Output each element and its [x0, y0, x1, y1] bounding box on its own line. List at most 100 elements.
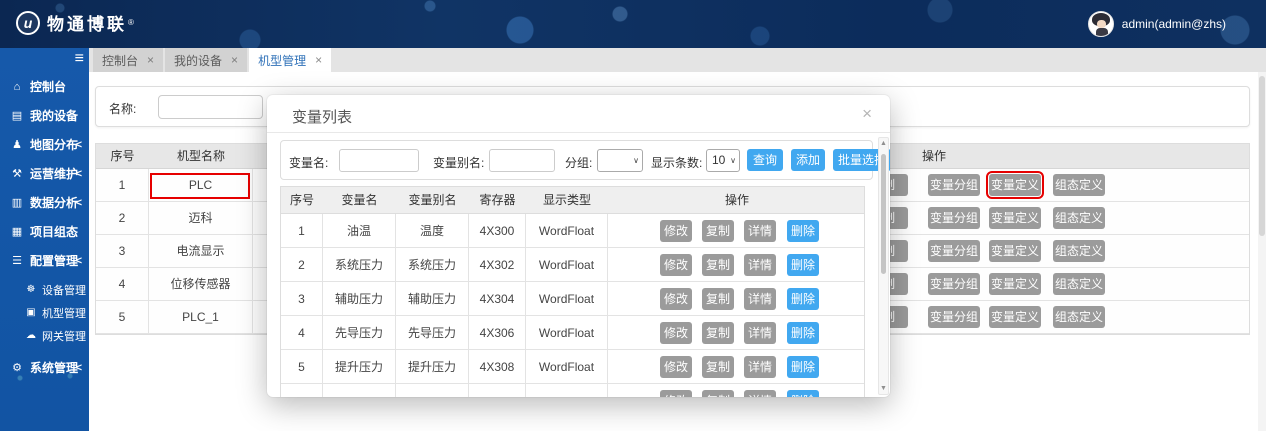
table-row: 1 油温 温度 4X300 WordFloat 修改 复制 详情 删除 [281, 214, 864, 248]
copy-button[interactable]: 复制 [702, 220, 734, 242]
variable-group-button[interactable]: 变量分组 [928, 240, 980, 262]
sidebar-item-gateway-management[interactable]: ☁ 网关管理 [0, 324, 89, 347]
detail-button[interactable]: 详情 [744, 220, 776, 242]
name-filter-label: 名称: [109, 100, 136, 117]
variable-table: 序号 变量名 变量别名 寄存器 显示类型 操作 1 油温 温度 4X300 Wo… [280, 186, 865, 397]
sidebar-item-console[interactable]: ⌂ 控制台 [0, 72, 89, 101]
variable-define-button[interactable]: 变量定义 [989, 273, 1041, 295]
config-define-button[interactable]: 组态定义 [1053, 240, 1105, 262]
sidebar-item-system-management[interactable]: ⚙ 系统管理 < [0, 353, 89, 382]
scrollbar-thumb[interactable] [881, 154, 886, 274]
edit-button[interactable]: 修改 [660, 288, 692, 310]
close-icon[interactable]: × [231, 53, 238, 67]
devices-icon: ▤ [10, 109, 24, 122]
detail-button[interactable]: 详情 [744, 288, 776, 310]
sidebar-item-my-devices[interactable]: ▤ 我的设备 [0, 101, 89, 130]
close-icon[interactable]: × [147, 53, 154, 67]
edit-button[interactable]: 修改 [660, 220, 692, 242]
var-name-input[interactable] [339, 149, 419, 172]
page-scrollbar[interactable] [1258, 72, 1266, 431]
modal-body: 变量名: 变量别名: 分组: ∨ 显示条数: 10∨ 查询 添加 批量选择 序号… [267, 133, 890, 397]
sidebar-item-map-distribution[interactable]: ♟ 地图分布 < [0, 130, 89, 159]
edit-button[interactable]: 修改 [660, 390, 692, 397]
hamburger-menu-icon[interactable]: ≡ [75, 50, 84, 68]
edit-button[interactable]: 修改 [660, 356, 692, 378]
copy-button[interactable]: 复制 [702, 390, 734, 397]
close-icon[interactable]: × [862, 104, 872, 124]
sidebar-item-config-management[interactable]: ☰ 配置管理 < [0, 246, 89, 275]
search-button[interactable]: 查询 [747, 149, 783, 171]
var-name-label: 变量名: [289, 154, 328, 171]
col-var-name: 变量名 [323, 187, 396, 214]
config-define-button[interactable]: 组态定义 [1053, 273, 1105, 295]
delete-button[interactable]: 删除 [787, 254, 819, 276]
col-operations: 操作 [608, 187, 866, 214]
col-register: 寄存器 [469, 187, 526, 214]
delete-button[interactable]: 删除 [787, 322, 819, 344]
tab-console[interactable]: 控制台 × [93, 48, 163, 72]
name-filter-input[interactable] [158, 95, 263, 119]
add-button[interactable]: 添加 [791, 149, 825, 171]
user-menu[interactable]: admin(admin@zhs) [1088, 11, 1226, 37]
detail-button[interactable]: 详情 [744, 322, 776, 344]
chart-icon: ▥ [10, 196, 24, 209]
gears-icon: ☸ [24, 284, 38, 295]
variable-group-button[interactable]: 变量分组 [928, 306, 980, 328]
chevron-down-icon: ∨ [730, 150, 736, 171]
tab-model-management[interactable]: 机型管理 × [249, 48, 331, 72]
variable-list-modal: 变量列表 × 变量名: 变量别名: 分组: ∨ 显示条数: 10∨ 查询 添加 … [267, 95, 890, 397]
sliders-icon: ☰ [10, 254, 24, 267]
sidebar-item-model-management[interactable]: ▣ 机型管理 [0, 301, 89, 324]
scrollbar-thumb[interactable] [1259, 76, 1265, 236]
table-row: 2 系统压力 系统压力 4X302 WordFloat 修改 复制 详情 删除 [281, 248, 864, 282]
config-define-button[interactable]: 组态定义 [1053, 207, 1105, 229]
modal-title: 变量列表 [292, 106, 352, 127]
sidebar: ≡ ⌂ 控制台 ▤ 我的设备 ♟ 地图分布 < ⚒ 运营维护 < ▥ 数据分析 … [0, 48, 89, 431]
variable-define-button[interactable]: 变量定义 [989, 240, 1041, 262]
edit-button[interactable]: 修改 [660, 254, 692, 276]
tab-my-devices[interactable]: 我的设备 × [165, 48, 247, 72]
scroll-up-icon[interactable]: ▲ [879, 140, 888, 147]
col-operations: 操作 [914, 144, 954, 169]
delete-button[interactable]: 删除 [787, 356, 819, 378]
variable-group-button[interactable]: 变量分组 [928, 174, 980, 196]
chevron-collapsed-icon: < [76, 255, 82, 267]
group-select[interactable]: ∨ [597, 149, 643, 172]
variable-define-button[interactable]: 变量定义 [989, 207, 1041, 229]
detail-button[interactable]: 详情 [744, 390, 776, 397]
page-size-label: 显示条数: [651, 154, 702, 171]
config-define-button[interactable]: 组态定义 [1053, 306, 1105, 328]
variable-define-button[interactable]: 变量定义 [989, 306, 1041, 328]
delete-button[interactable]: 删除 [787, 288, 819, 310]
app-header: u 物通博联 ® admin(admin@zhs) [0, 0, 1266, 48]
group-label: 分组: [565, 154, 592, 171]
modal-scrollbar[interactable]: ▲ ▼ [878, 137, 889, 395]
variable-group-button[interactable]: 变量分组 [928, 207, 980, 229]
sidebar-item-device-management[interactable]: ☸ 设备管理 [0, 278, 89, 301]
delete-button[interactable]: 删除 [787, 390, 819, 397]
sidebar-item-operations[interactable]: ⚒ 运营维护 < [0, 159, 89, 188]
cloud-icon: ☁ [24, 330, 38, 341]
detail-button[interactable]: 详情 [744, 254, 776, 276]
variable-define-button[interactable]: 变量定义 [989, 174, 1041, 196]
sidebar-item-project-config[interactable]: ▦ 项目组态 [0, 217, 89, 246]
copy-button[interactable]: 复制 [702, 356, 734, 378]
close-icon[interactable]: × [315, 53, 322, 67]
copy-button[interactable]: 复制 [702, 322, 734, 344]
edit-button[interactable]: 修改 [660, 322, 692, 344]
copy-button[interactable]: 复制 [702, 288, 734, 310]
model-icon: ▣ [24, 307, 38, 318]
var-alias-input[interactable] [489, 149, 555, 172]
grid-icon: ▦ [10, 225, 24, 238]
config-define-button[interactable]: 组态定义 [1053, 174, 1105, 196]
variable-group-button[interactable]: 变量分组 [928, 273, 980, 295]
sidebar-item-data-analysis[interactable]: ▥ 数据分析 < [0, 188, 89, 217]
copy-button[interactable]: 复制 [702, 254, 734, 276]
scroll-down-icon[interactable]: ▼ [879, 385, 888, 392]
detail-button[interactable]: 详情 [744, 356, 776, 378]
page-size-select[interactable]: 10∨ [706, 149, 740, 172]
chevron-collapsed-icon: < [76, 362, 82, 374]
avatar[interactable] [1088, 11, 1114, 37]
delete-button[interactable]: 删除 [787, 220, 819, 242]
col-display-type: 显示类型 [526, 187, 608, 214]
